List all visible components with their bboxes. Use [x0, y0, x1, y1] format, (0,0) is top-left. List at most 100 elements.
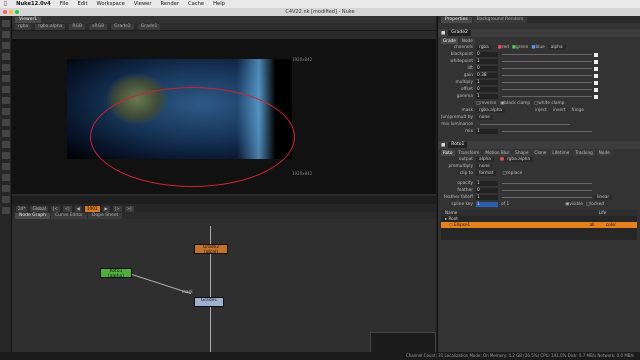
tab-shape[interactable]: Shape — [513, 149, 531, 156]
knob-value[interactable]: 0 — [476, 66, 498, 71]
input-b-dropdown[interactable]: Grade1 — [137, 23, 161, 30]
clone-tool-icon[interactable] — [2, 75, 10, 82]
menu-render[interactable]: Render — [161, 1, 179, 7]
viewer-process-dropdown[interactable]: sRGB — [89, 23, 108, 30]
apple-icon[interactable]:  — [4, 1, 7, 7]
feather-falloff-type-dropdown[interactable]: linear — [594, 195, 613, 200]
tab-dope-sheet[interactable]: Dope Sheet — [88, 213, 123, 219]
viewer-canvas[interactable]: 1920x842 1920x842 1920x842 bbox: 0 0 192… — [12, 39, 436, 214]
3d-node-icon[interactable] — [2, 196, 10, 203]
dodge-tool-icon[interactable] — [2, 97, 10, 104]
mix-slider[interactable] — [502, 131, 592, 132]
play-forward-button[interactable]: ▶ — [102, 205, 110, 212]
tab-curve-editor[interactable]: Curve Editor — [50, 213, 88, 219]
output-alpha-dropdown[interactable]: rgba.alpha — [503, 157, 534, 162]
color-picker-icon[interactable] — [594, 52, 598, 57]
tab-node-graph[interactable]: Node Graph — [15, 213, 50, 219]
color-picker-icon[interactable] — [594, 80, 598, 85]
premultiply-dropdown[interactable]: none — [476, 164, 493, 169]
feather-slider[interactable] — [502, 190, 592, 191]
prev-key-button[interactable]: <| — [62, 205, 72, 212]
invert-label[interactable]: invert — [553, 108, 566, 113]
first-frame-button[interactable]: |< — [50, 205, 60, 212]
node-grade2[interactable]: Grade2 (glcal) — [194, 244, 228, 255]
knob-slider[interactable] — [502, 82, 592, 83]
layer-name-column[interactable]: Name — [445, 210, 457, 215]
knob-slider[interactable] — [502, 75, 592, 76]
mix-luminance-slider[interactable] — [480, 124, 570, 125]
menu-cache[interactable]: Cache — [188, 1, 204, 7]
last-frame-button[interactable]: >| — [124, 205, 134, 212]
opacity-value[interactable]: 1 — [476, 181, 498, 186]
feather-falloff-slider[interactable] — [502, 197, 592, 198]
color-node-icon[interactable] — [2, 141, 10, 148]
other-node-icon[interactable] — [2, 207, 10, 214]
feather-falloff-value[interactable]: 1 — [476, 195, 498, 200]
tab-lifetime[interactable]: Lifetime — [550, 149, 572, 156]
unpremult-dropdown[interactable]: none — [476, 115, 493, 120]
fps-field[interactable]: 24* — [16, 205, 28, 212]
layer-color[interactable]: color — [606, 222, 616, 227]
timeline-range-dropdown[interactable]: Global — [30, 205, 48, 212]
tab-properties[interactable]: Properties — [441, 17, 472, 23]
channel-set-dropdown[interactable]: rgba — [15, 23, 32, 30]
frame-field[interactable]: 1001 — [84, 205, 100, 212]
menu-edit[interactable]: Edit — [77, 1, 87, 7]
knob-value[interactable]: 0 — [476, 87, 498, 92]
minimize-window-button[interactable] — [9, 10, 13, 14]
tab-grade[interactable]: Grade — [441, 37, 458, 44]
roto1-name-field[interactable]: Roto1 — [448, 142, 468, 148]
tab-motion-blur[interactable]: Motion Blur — [483, 149, 512, 156]
alpha-dropdown[interactable]: alpha — [547, 45, 566, 50]
color-picker-icon[interactable] — [594, 59, 598, 64]
tab-node[interactable]: Node — [459, 37, 475, 44]
knob-slider[interactable] — [502, 89, 592, 90]
filter-node-icon[interactable] — [2, 152, 10, 159]
menu-viewer[interactable]: Viewer — [134, 1, 152, 7]
tab-roto[interactable]: Roto — [441, 149, 455, 156]
bezier-tool-icon[interactable] — [2, 42, 10, 49]
spline-key-value[interactable]: 1 — [476, 202, 498, 207]
clip-to-dropdown[interactable]: format — [476, 171, 497, 176]
layer-life-column[interactable]: Life — [599, 210, 607, 215]
read-node-icon[interactable] — [2, 108, 10, 115]
channel-dropdown[interactable]: rgba.alpha — [35, 23, 66, 30]
tab-clone[interactable]: Clone — [532, 149, 549, 156]
knob-value[interactable]: 0 — [476, 52, 498, 57]
display-channels-dropdown[interactable]: RGB — [69, 23, 86, 30]
feather-value[interactable]: 0 — [476, 188, 498, 193]
menu-workspace[interactable]: Workspace — [97, 1, 125, 7]
knob-slider[interactable] — [502, 96, 592, 97]
layer-row-ellipse1[interactable]: ○ Ellipse1 all color — [441, 222, 637, 228]
draw-node-icon[interactable] — [2, 119, 10, 126]
node-graph-panel[interactable]: Node Graph Curve Editor Dope Sheet Grade… — [12, 212, 436, 360]
grade2-name-field[interactable]: Grade2 — [448, 30, 471, 36]
tab-transform[interactable]: Transform — [456, 149, 482, 156]
knob-value[interactable]: 1 — [476, 94, 498, 99]
knob-slider[interactable] — [502, 68, 592, 69]
channel-node-icon[interactable] — [2, 130, 10, 137]
play-backward-button[interactable]: ◀ — [74, 205, 82, 212]
knob-value[interactable]: 1 — [476, 80, 498, 85]
transform-tool-icon[interactable] — [2, 31, 10, 38]
knob-slider[interactable] — [502, 54, 592, 55]
ellipse-tool-icon[interactable] — [2, 53, 10, 60]
knob-value[interactable]: 1 — [476, 59, 498, 64]
output-dropdown[interactable]: alpha — [476, 157, 494, 162]
node-grade1[interactable]: Grade1 — [194, 297, 224, 307]
close-window-button[interactable] — [3, 10, 7, 14]
knob-slider[interactable] — [502, 61, 592, 62]
tab-background-renders[interactable]: Background Renders — [472, 17, 528, 23]
menu-help[interactable]: Help — [213, 1, 225, 7]
color-picker-icon[interactable] — [594, 73, 598, 78]
merge-node-icon[interactable] — [2, 174, 10, 181]
panel-close-icon[interactable]: ■ — [441, 31, 445, 36]
opacity-slider[interactable] — [502, 183, 592, 184]
channels-dropdown[interactable]: rgba — [476, 45, 492, 50]
color-picker-icon[interactable] — [594, 87, 598, 92]
tab-viewer1[interactable]: Viewer1 — [15, 17, 42, 23]
knob-value[interactable]: 0.38 — [476, 73, 498, 78]
blur-tool-icon[interactable] — [2, 86, 10, 93]
inject-label[interactable]: inject — [535, 108, 547, 113]
color-picker-icon[interactable] — [594, 94, 598, 99]
